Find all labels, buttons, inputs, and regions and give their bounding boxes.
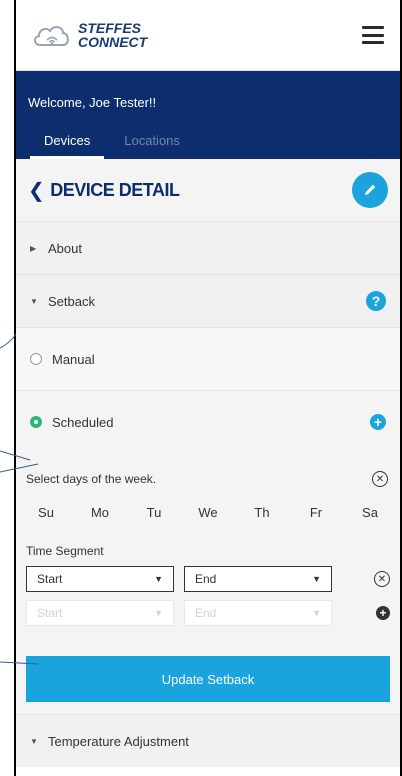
brand-line2: CONNECT xyxy=(78,34,148,50)
end-select-disabled[interactable]: End ▼ xyxy=(184,600,332,626)
page-title: DEVICE DETAIL xyxy=(50,179,180,200)
end-select-placeholder: End xyxy=(195,606,217,620)
end-select[interactable]: End ▼ xyxy=(184,566,332,592)
app-frame: STEFFES CONNECT Welcome, Joe Tester!! De… xyxy=(14,0,402,776)
days-prompt: Select days of the week. xyxy=(26,472,157,486)
time-segment-row: Start ▼ End ▼ ✕ xyxy=(16,558,400,592)
option-manual[interactable]: Manual xyxy=(16,327,400,390)
triangle-right-icon: ▶ xyxy=(30,243,37,253)
caret-down-icon: ▼ xyxy=(312,574,321,584)
day-picker: Su Mo Tu We Th Fr Sa xyxy=(16,487,400,520)
start-select[interactable]: Start ▼ xyxy=(26,566,174,592)
update-setback-button[interactable]: Update Setback xyxy=(26,656,390,702)
days-header: Select days of the week. ✕ xyxy=(16,453,400,487)
caret-down-icon: ▼ xyxy=(154,608,163,618)
day-thursday[interactable]: Th xyxy=(242,505,282,520)
section-temperature-label: Temperature Adjustment xyxy=(48,733,189,749)
section-about[interactable]: ▶ About xyxy=(16,221,400,274)
tab-devices[interactable]: Devices xyxy=(30,133,105,159)
brand-logo[interactable]: STEFFES CONNECT xyxy=(32,21,147,49)
day-tuesday[interactable]: Tu xyxy=(134,505,174,520)
section-temperature[interactable]: ▼ Temperature Adjustment xyxy=(16,714,400,767)
tab-locations[interactable]: Locations xyxy=(124,133,180,159)
triangle-down-icon: ▼ xyxy=(30,296,38,306)
add-schedule-icon[interactable]: + xyxy=(370,414,386,430)
brand-line1: STEFFES xyxy=(78,20,142,36)
edit-button[interactable] xyxy=(352,172,388,208)
start-select-value: Start xyxy=(37,572,63,586)
pencil-icon xyxy=(365,184,376,195)
section-setback-label: Setback xyxy=(48,293,95,309)
section-setback[interactable]: ▼ Setback ? xyxy=(16,274,400,327)
caret-down-icon: ▼ xyxy=(154,574,163,584)
end-select-value: End xyxy=(195,572,217,586)
caret-down-icon: ▼ xyxy=(312,608,321,618)
day-saturday[interactable]: Sa xyxy=(350,505,390,520)
main-content: ❮ DEVICE DETAIL ▶ About ▼ Setback ? Manu… xyxy=(16,159,400,767)
chevron-left-icon: ❮ xyxy=(28,179,45,202)
detail-header: ❮ DEVICE DETAIL xyxy=(16,159,400,221)
day-friday[interactable]: Fr xyxy=(296,505,336,520)
top-bar: STEFFES CONNECT xyxy=(16,0,400,71)
start-select-disabled[interactable]: Start ▼ xyxy=(26,600,174,626)
help-icon[interactable]: ? xyxy=(366,291,386,311)
radio-manual[interactable] xyxy=(30,353,42,365)
option-scheduled-label: Scheduled xyxy=(52,414,114,430)
remove-segment-icon[interactable]: ✕ xyxy=(374,571,390,587)
brand-name: STEFFES CONNECT xyxy=(78,21,147,49)
start-select-placeholder: Start xyxy=(37,606,63,620)
cloud-wifi-icon xyxy=(34,26,69,46)
section-about-label: About xyxy=(48,240,82,256)
add-segment-icon[interactable]: + xyxy=(376,606,390,620)
radio-scheduled[interactable] xyxy=(30,416,42,428)
time-segment-label: Time Segment xyxy=(26,544,104,558)
back-link[interactable]: ❮ DEVICE DETAIL xyxy=(28,178,180,203)
welcome-header: Welcome, Joe Tester!! Devices Locations xyxy=(16,71,400,159)
option-scheduled[interactable]: Scheduled + xyxy=(16,390,400,453)
day-monday[interactable]: Mo xyxy=(80,505,120,520)
day-wednesday[interactable]: We xyxy=(188,505,228,520)
remove-schedule-icon[interactable]: ✕ xyxy=(372,471,388,487)
time-segment-row-new: Start ▼ End ▼ + xyxy=(16,592,400,626)
nav-tabs: Devices Locations xyxy=(30,133,180,159)
option-manual-label: Manual xyxy=(52,351,95,367)
triangle-down-icon: ▼ xyxy=(30,736,38,746)
day-sunday[interactable]: Su xyxy=(26,505,66,520)
welcome-message: Welcome, Joe Tester!! xyxy=(28,95,157,110)
menu-icon[interactable] xyxy=(362,26,384,44)
